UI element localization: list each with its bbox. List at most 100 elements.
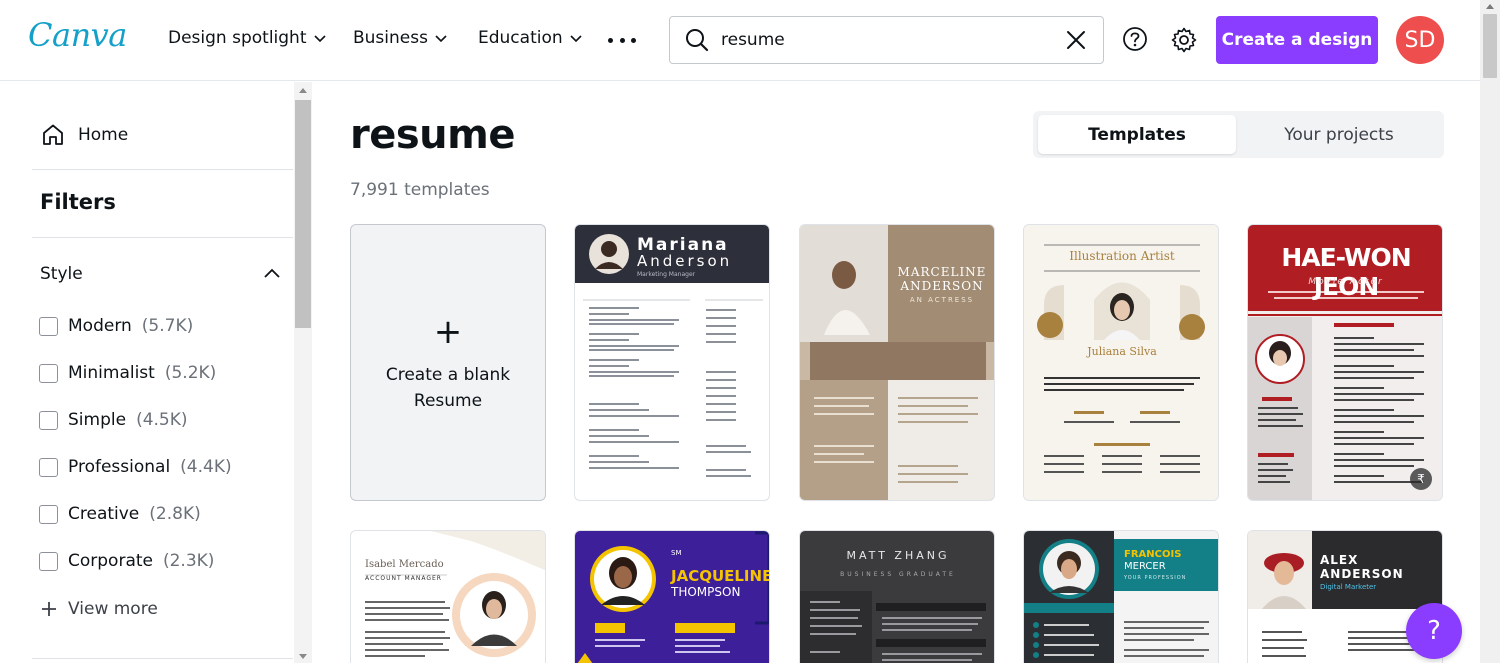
nav-education[interactable]: Education <box>478 28 583 48</box>
filter-option-professional[interactable]: Professional (4.4K) <box>39 457 232 477</box>
filter-option-creative[interactable]: Creative (2.8K) <box>39 504 201 524</box>
template-name: JACQUELINE <box>671 567 770 585</box>
clear-search-icon[interactable] <box>1065 29 1087 51</box>
filter-count: (4.5K) <box>136 410 188 430</box>
template-initials: SM <box>671 549 682 557</box>
page-scrollbar[interactable] <box>1480 0 1500 663</box>
template-name: MARCELINE <box>897 265 987 279</box>
page-title: resume <box>350 112 515 158</box>
search-icon <box>686 29 709 52</box>
template-name: HAE-WON JEON <box>1281 243 1411 301</box>
template-role: YOUR PROFESSION <box>1124 575 1187 581</box>
scroll-up-arrow-icon[interactable] <box>1486 4 1494 9</box>
filters-title: Filters <box>40 190 116 214</box>
template-card[interactable]: FRANCOIS MERCER YOUR PROFESSION <box>1023 530 1219 663</box>
filter-label: Minimalist <box>68 363 155 383</box>
chevron-up-icon <box>264 268 280 278</box>
filter-option-minimalist[interactable]: Minimalist (5.2K) <box>39 363 216 383</box>
filter-count: (5.7K) <box>141 316 194 336</box>
view-more-button[interactable]: View more <box>40 599 158 619</box>
filter-option-corporate[interactable]: Corporate (2.3K) <box>39 551 214 571</box>
filter-count: (5.2K) <box>164 363 217 383</box>
template-thumbnail <box>351 531 545 663</box>
filter-count: (2.3K) <box>162 551 215 571</box>
filter-label: Professional <box>68 457 171 477</box>
help-chat-button[interactable]: ? <box>1406 603 1462 659</box>
checkbox[interactable] <box>39 457 58 477</box>
sidebar-home-link[interactable]: Home <box>40 122 128 148</box>
template-surname: MERCER <box>1124 561 1166 572</box>
filter-label: Corporate <box>68 551 153 571</box>
template-surname: THOMPSON <box>671 585 741 599</box>
chevron-down-icon <box>313 35 326 43</box>
template-role: Digital Marketer <box>1320 583 1377 591</box>
template-surname: ANDERSON <box>900 279 984 293</box>
filter-label: Simple <box>68 410 127 430</box>
chevron-down-icon <box>435 35 447 43</box>
template-card[interactable]: Illustration Artist Juliana Silva <box>1023 224 1219 501</box>
home-icon <box>43 124 63 145</box>
checkbox[interactable] <box>39 504 58 524</box>
template-role: BUSINESS GRADUATE <box>840 571 956 578</box>
sidebar-scrollbar[interactable] <box>294 82 312 663</box>
checkbox[interactable] <box>39 551 58 571</box>
help-icon[interactable] <box>1122 26 1148 52</box>
template-card[interactable]: HAE-WON JEON Movie Actor ₹ <box>1247 224 1443 501</box>
tab-your-projects[interactable]: Your projects <box>1240 115 1438 154</box>
template-name: Juliana Silva <box>1087 345 1157 358</box>
template-name: FRANCOIS <box>1124 549 1182 560</box>
template-role: ACCOUNT MANAGER <box>365 575 442 582</box>
style-section-header[interactable]: Style <box>40 264 282 284</box>
canva-logo[interactable]: Canva <box>28 16 127 54</box>
template-card[interactable]: MATT ZHANG BUSINESS GRADUATE <box>799 530 995 663</box>
create-design-button[interactable]: Create a design <box>1216 16 1378 64</box>
chevron-down-icon <box>570 35 582 43</box>
scrollbar-thumb[interactable] <box>1483 14 1497 78</box>
user-avatar[interactable]: SD <box>1396 16 1444 64</box>
template-card[interactable]: SM JACQUELINE THOMPSON <box>574 530 770 663</box>
template-card[interactable]: Isabel Mercado ACCOUNT MANAGER <box>350 530 546 663</box>
template-card[interactable]: MARCELINE ANDERSON AN ACTRESS <box>799 224 995 501</box>
template-heading: Illustration Artist <box>1069 249 1175 263</box>
template-role: AN ACTRESS <box>909 296 975 304</box>
template-surname: ANDERSON <box>1320 567 1404 581</box>
nav-label: Business <box>353 28 428 48</box>
plus-icon: + <box>433 311 463 352</box>
results-tabs: Templates Your projects <box>1033 111 1444 158</box>
template-card[interactable]: Mariana Anderson Marketing Manager <box>574 224 770 501</box>
checkbox[interactable] <box>39 410 58 430</box>
filter-count: (4.4K) <box>180 457 232 477</box>
divider <box>32 237 293 238</box>
nav-design-spotlight[interactable]: Design spotlight <box>168 28 327 48</box>
settings-gear-icon[interactable] <box>1170 26 1198 54</box>
template-name: ALEX <box>1320 553 1359 567</box>
nav-business[interactable]: Business <box>353 28 448 48</box>
filter-option-simple[interactable]: Simple (4.5K) <box>39 410 188 430</box>
view-more-label: View more <box>68 599 158 619</box>
scroll-down-arrow-icon[interactable] <box>299 654 307 659</box>
tab-templates[interactable]: Templates <box>1038 115 1236 154</box>
divider <box>32 658 293 659</box>
scroll-up-arrow-icon[interactable] <box>299 88 307 93</box>
templates-count: 7,991 templates <box>350 180 490 200</box>
checkbox[interactable] <box>39 316 58 336</box>
top-bar: Canva Design spotlight Business Educatio… <box>0 0 1480 81</box>
scrollbar-thumb[interactable] <box>295 100 311 328</box>
more-options-icon[interactable] <box>608 26 636 54</box>
nav-label: Education <box>478 28 563 48</box>
create-blank-resume-card[interactable]: + Create a blank Resume <box>350 224 546 501</box>
search-bar <box>669 16 1104 64</box>
home-label: Home <box>78 125 129 145</box>
template-name: Isabel Mercado <box>365 559 444 570</box>
filter-option-modern[interactable]: Modern (5.7K) <box>39 316 193 336</box>
divider <box>32 169 293 170</box>
template-surname: Anderson <box>637 252 733 270</box>
blank-card-label: Create a blank Resume <box>385 364 511 411</box>
filter-count: (2.8K) <box>149 504 201 524</box>
template-role: Movie Actor <box>1308 277 1384 287</box>
checkbox[interactable] <box>39 363 58 383</box>
template-role: Marketing Manager <box>637 271 696 278</box>
filters-sidebar: Home Filters Style Modern (5.7K) Minimal… <box>0 82 312 663</box>
nav-label: Design spotlight <box>168 28 307 48</box>
search-input[interactable] <box>721 27 1051 53</box>
